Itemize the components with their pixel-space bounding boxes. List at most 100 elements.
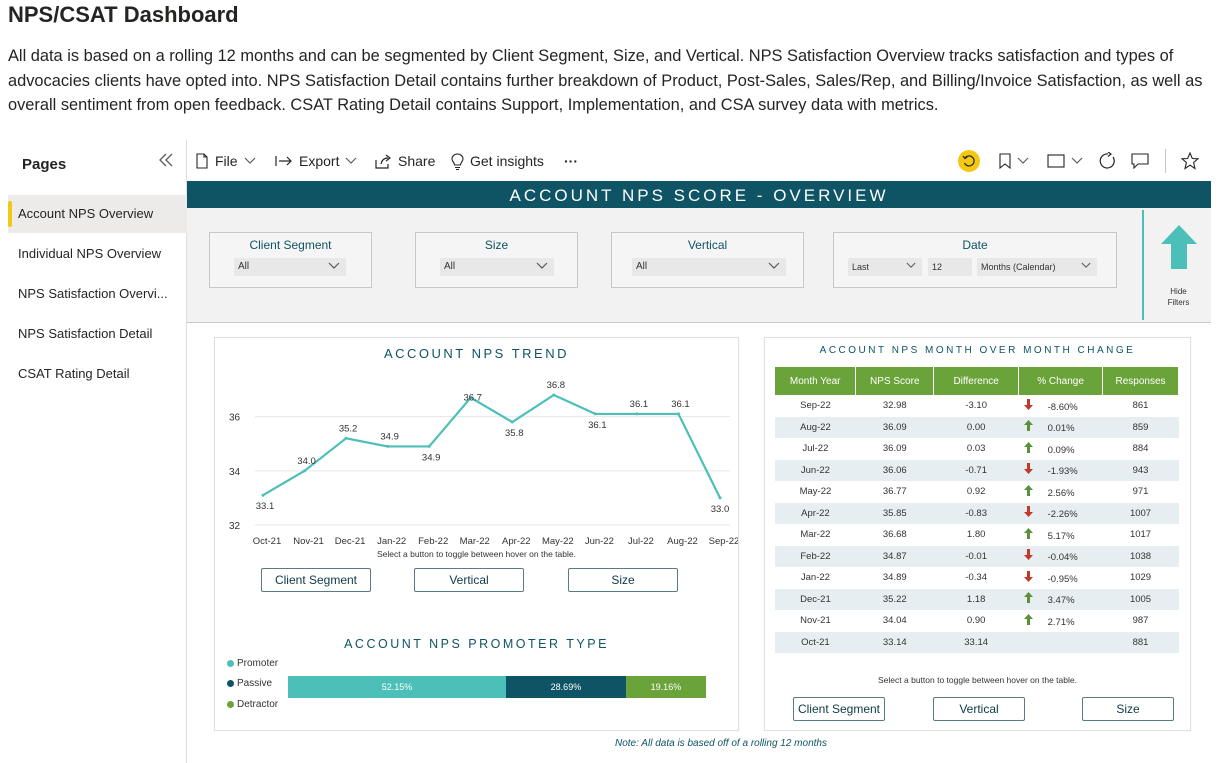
lightbulb-icon: [451, 152, 464, 170]
bookmark-menu[interactable]: [999, 141, 1029, 181]
header-month-year[interactable]: Month Year: [775, 367, 857, 395]
table-row[interactable]: Oct-21 33.14 33.14 881: [775, 631, 1179, 654]
data-label: 33.0: [711, 504, 730, 515]
promoter-bar-segment[interactable]: 19.16%: [625, 676, 706, 698]
table-row[interactable]: May-22 36.77 0.92 2.56% 971: [775, 481, 1179, 503]
header-difference[interactable]: Difference: [933, 367, 1020, 395]
mom-change-title: ACCOUNT NPS MONTH OVER MONTH CHANGE: [819, 345, 1136, 356]
vertical-dropdown[interactable]: All: [632, 258, 786, 276]
nps-score-cell: 35.85: [855, 502, 934, 525]
table-row[interactable]: Jan-22 34.89 -0.34 -0.95% 1029: [775, 567, 1179, 589]
trend-vertical-button[interactable]: Vertical: [414, 568, 524, 592]
table-row[interactable]: Jul-22 36.09 0.03 0.09% 884: [775, 438, 1179, 460]
get-insights-button[interactable]: Get insights: [451, 141, 544, 181]
export-label: Export: [299, 153, 340, 169]
data-label: 34.9: [422, 452, 441, 463]
vertical-slicer: Vertical All: [611, 232, 804, 288]
month-cell: Apr-22: [775, 502, 856, 525]
x-tick-label: Jul-22: [628, 536, 654, 547]
difference-cell: 33.14: [933, 631, 1019, 654]
responses-cell: 1005: [1102, 588, 1179, 611]
trend-client-segment-button[interactable]: Client Segment: [261, 568, 371, 592]
page-item-individual-nps-overview[interactable]: Individual NPS Overview: [8, 235, 188, 273]
trend-hint: Select a button to toggle between hover …: [377, 549, 576, 559]
get-insights-label: Get insights: [470, 153, 544, 169]
chevron-down-icon: [906, 262, 916, 268]
export-menu[interactable]: Export: [275, 141, 357, 181]
chevron-down-icon: [1081, 262, 1091, 268]
hide-filters-button[interactable]: Hide Filters: [1142, 210, 1211, 320]
refresh-button[interactable]: [1099, 141, 1117, 181]
table-row[interactable]: Dec-21 35.22 1.18 3.47% 1005: [775, 588, 1179, 611]
chevron-down-icon: [1071, 157, 1083, 164]
pct-change-cell: 3.47%: [1018, 588, 1103, 611]
page-item-nps-satisfaction-detail[interactable]: NPS Satisfaction Detail: [8, 315, 188, 353]
pct-change-cell: -1.93%: [1018, 459, 1103, 482]
table-row[interactable]: Aug-22 36.09 0.00 0.01% 859: [775, 416, 1179, 439]
date-unit-dropdown[interactable]: Months (Calendar): [977, 258, 1097, 276]
promoter-bar-segment[interactable]: 28.69%: [505, 676, 626, 698]
arrow-down-icon: [1023, 463, 1034, 477]
data-point: [718, 496, 722, 500]
table-row[interactable]: Jun-22 36.06 -0.71 -1.93% 943: [775, 459, 1179, 482]
nps-score-cell: 34.89: [855, 567, 934, 589]
favorite-button[interactable]: [1181, 141, 1199, 181]
nps-score-cell: 36.09: [855, 438, 934, 460]
chevron-down-icon: [346, 157, 357, 164]
page-item-account-nps-overview[interactable]: Account NPS Overview: [8, 195, 188, 233]
table-row[interactable]: Mar-22 36.68 1.80 5.17% 1017: [775, 524, 1179, 546]
data-label: 34.0: [297, 456, 316, 467]
nps-score-cell: 36.06: [855, 459, 934, 482]
date-count-input[interactable]: 12: [928, 258, 972, 276]
client-segment-value: All: [238, 261, 250, 272]
more-options-icon: ···: [564, 153, 578, 169]
arrow-up-icon: [1023, 613, 1034, 628]
responses-cell: 881: [1102, 631, 1179, 654]
arrow-up-icon: [1023, 420, 1034, 434]
page-item-csat-rating-detail[interactable]: CSAT Rating Detail: [8, 355, 188, 393]
table-row[interactable]: Sep-22 32.98 -3.10 -8.60% 861: [775, 395, 1179, 417]
date-relative-dropdown[interactable]: Last: [848, 258, 922, 276]
header-pct-change[interactable]: % Change: [1018, 367, 1104, 395]
page-title: NPS/CSAT Dashboard: [8, 2, 239, 27]
responses-cell: 1029: [1102, 567, 1179, 589]
data-point: [635, 412, 639, 416]
page-item-nps-satisfaction-overview[interactable]: NPS Satisfaction Overvi...: [8, 275, 188, 313]
report-banner: ACCOUNT NPS SCORE - OVERVIEW: [187, 181, 1211, 208]
promoter-bar-segment[interactable]: 52.15%: [288, 676, 506, 698]
client-segment-title: Client Segment: [249, 238, 332, 252]
month-cell: May-22: [775, 481, 856, 503]
table-row[interactable]: Apr-22 35.85 -0.83 -2.26% 1007: [775, 502, 1179, 525]
file-menu[interactable]: File: [195, 141, 256, 181]
comments-button[interactable]: [1131, 141, 1149, 181]
arrow-up-icon: [1023, 484, 1034, 499]
header-responses[interactable]: Responses: [1102, 367, 1179, 395]
mom-vertical-button[interactable]: Vertical: [933, 697, 1025, 721]
table-row[interactable]: Nov-21 34.04 0.90 2.71% 987: [775, 610, 1179, 632]
table-row[interactable]: Feb-22 34.87 -0.01 -0.04% 1038: [775, 545, 1179, 568]
difference-cell: -3.10: [933, 395, 1019, 417]
trend-size-button[interactable]: Size: [568, 568, 678, 592]
header-nps-score[interactable]: NPS Score: [855, 367, 935, 395]
more-options-button[interactable]: ···: [564, 141, 578, 181]
chevron-down-icon: [328, 262, 340, 269]
promoter-type-bar: 52.15% 28.69% 19.16%: [288, 676, 706, 698]
date-slicer: Date Last 12 Months (Calendar): [833, 232, 1117, 288]
pct-change-cell: 5.17%: [1018, 524, 1103, 546]
mom-size-button[interactable]: Size: [1082, 697, 1174, 721]
view-menu[interactable]: [1047, 141, 1083, 181]
responses-cell: 1038: [1102, 545, 1179, 568]
mom-client-segment-button[interactable]: Client Segment: [793, 697, 885, 721]
nps-score-cell: 34.87: [855, 545, 934, 568]
collapse-pages-icon[interactable]: [156, 150, 176, 170]
data-point: [386, 444, 390, 448]
promoter-dot: [227, 660, 234, 667]
legend-detractor: Detractor: [227, 699, 278, 710]
chevron-down-icon: [536, 262, 548, 269]
size-dropdown[interactable]: All: [440, 258, 554, 276]
reset-button[interactable]: [957, 141, 981, 181]
nps-trend-chart: 32 34 36 33.1 34.0 35.2 34.9 34.9 36.7 35.8 36.8 36…: [229, 380, 738, 547]
rolling-note: Note: All data is based off of a rolling…: [615, 738, 827, 749]
client-segment-dropdown[interactable]: All: [234, 258, 346, 276]
share-button[interactable]: Share: [375, 141, 435, 181]
